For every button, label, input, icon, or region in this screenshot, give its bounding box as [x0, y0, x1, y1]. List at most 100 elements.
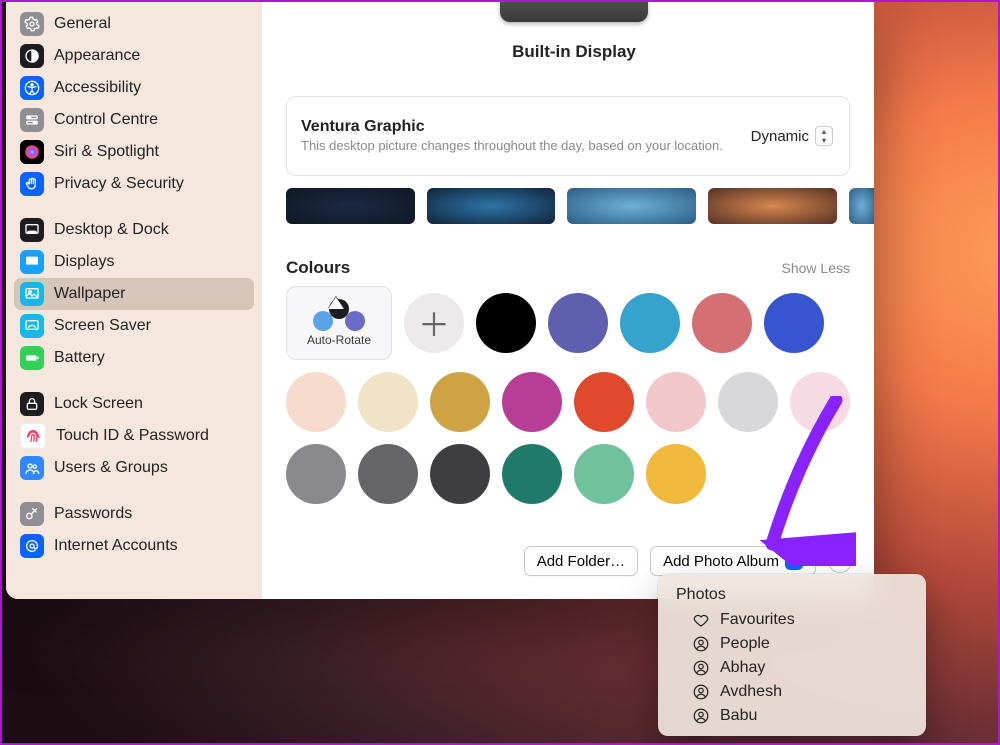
hand-icon — [20, 172, 44, 196]
colour-swatch[interactable] — [646, 444, 706, 504]
sidebar-item-desktop-dock[interactable]: Desktop & Dock — [14, 214, 254, 246]
heart-icon — [692, 611, 710, 629]
help-button[interactable]: ? — [828, 549, 852, 573]
sidebar-item-siri-spotlight[interactable]: Siri & Spotlight — [14, 136, 254, 168]
sidebar-item-label: Wallpaper — [54, 285, 125, 303]
fingerprint-icon — [20, 423, 46, 449]
sidebar-item-label: General — [54, 15, 111, 33]
sidebar-item-control-centre[interactable]: Control Centre — [14, 104, 254, 136]
person-circle-icon — [692, 683, 710, 701]
stepper-icon: ▴▾ — [815, 126, 833, 146]
colour-swatch[interactable] — [358, 372, 418, 432]
sidebar-item-displays[interactable]: Displays — [14, 246, 254, 278]
colour-swatch[interactable] — [646, 372, 706, 432]
colour-swatch[interactable] — [574, 444, 634, 504]
colour-swatch[interactable] — [764, 293, 824, 353]
system-settings-window: General Appearance Accessibility Control Ce… — [6, 2, 874, 599]
sidebar-item-general[interactable]: General — [14, 8, 254, 40]
menu-item-babu[interactable]: Babu — [662, 704, 922, 728]
wallpaper-thumbnail[interactable] — [427, 188, 556, 224]
person-circle-icon — [692, 635, 710, 653]
sidebar-item-appearance[interactable]: Appearance — [14, 40, 254, 72]
colour-swatch[interactable] — [718, 372, 778, 432]
wallpaper-thumbnail[interactable] — [849, 188, 874, 224]
colour-swatch[interactable] — [286, 444, 346, 504]
colour-swatch[interactable] — [790, 372, 850, 432]
sidebar-item-internet-accounts[interactable]: Internet Accounts — [14, 530, 254, 562]
sidebar-item-wallpaper[interactable]: Wallpaper — [14, 278, 254, 310]
sidebar-item-touch-id-password[interactable]: Touch ID & Password — [14, 420, 254, 452]
colour-swatch[interactable] — [574, 372, 634, 432]
show-less-link[interactable]: Show Less — [782, 260, 850, 276]
gear-icon — [20, 12, 44, 36]
auto-rotate-tile[interactable]: Auto-Rotate — [286, 286, 392, 360]
sidebar-item-screen-saver[interactable]: Screen Saver — [14, 310, 254, 342]
sidebar-item-passwords[interactable]: Passwords — [14, 498, 254, 530]
colour-swatch[interactable] — [502, 444, 562, 504]
colour-swatch[interactable] — [430, 444, 490, 504]
menu-item-label: Abhay — [720, 659, 765, 677]
at-icon — [20, 534, 44, 558]
menu-item-people[interactable]: People — [662, 632, 922, 656]
sidebar-item-label: Lock Screen — [54, 395, 143, 413]
siri-icon — [20, 140, 44, 164]
displays-icon — [20, 250, 44, 274]
display-label: Built-in Display — [492, 42, 656, 62]
sidebar-item-label: Privacy & Security — [54, 175, 184, 193]
sidebar-item-battery[interactable]: Battery — [14, 342, 254, 374]
wallpaper-thumbnail[interactable] — [567, 188, 696, 224]
add-photo-album-label: Add Photo Album — [663, 553, 779, 570]
colour-swatch[interactable] — [692, 293, 752, 353]
lock-icon — [20, 392, 44, 416]
colour-swatch[interactable] — [358, 444, 418, 504]
menu-item-label: Favourites — [720, 611, 795, 629]
wallpaper-thumbnail[interactable] — [286, 188, 415, 224]
wallpaper-thumbnail[interactable] — [708, 188, 837, 224]
add-folder-label: Add Folder… — [537, 553, 625, 570]
add-photo-album-button[interactable]: Add Photo Album — [650, 546, 816, 576]
screensaver-icon — [20, 314, 44, 338]
person-circle-icon — [692, 707, 710, 725]
wallpaper-description: This desktop picture changes throughout … — [301, 138, 733, 154]
sidebar-item-label: Touch ID & Password — [56, 427, 209, 445]
colour-swatch[interactable] — [476, 293, 536, 353]
colour-swatch[interactable] — [548, 293, 608, 353]
menu-item-abhay[interactable]: Abhay — [662, 656, 922, 680]
sidebar-item-label: Screen Saver — [54, 317, 151, 335]
sidebar-item-label: Appearance — [54, 47, 140, 65]
wallpaper-title: Ventura Graphic — [301, 118, 733, 136]
sidebar-item-label: Displays — [54, 253, 114, 271]
person-circle-icon — [692, 659, 710, 677]
sidebar-item-lock-screen[interactable]: Lock Screen — [14, 388, 254, 420]
menu-item-favourites[interactable]: Favourites — [662, 608, 922, 632]
colour-swatch[interactable] — [502, 372, 562, 432]
accessibility-icon — [20, 76, 44, 100]
sidebar-item-label: Accessibility — [54, 79, 141, 97]
colour-swatch[interactable] — [286, 372, 346, 432]
settings-main-pane: Built-in Display Ventura Graphic This de… — [262, 2, 874, 599]
wallpaper-icon — [20, 282, 44, 306]
menu-item-avdhesh[interactable]: Avdhesh — [662, 680, 922, 704]
menu-item-label: Babu — [720, 707, 757, 725]
sidebar-item-users-groups[interactable]: Users & Groups — [14, 452, 254, 484]
laptop-icon — [500, 2, 648, 22]
auto-rotate-icon — [313, 299, 365, 329]
sidebar-item-label: Users & Groups — [54, 459, 168, 477]
colour-swatch[interactable] — [430, 372, 490, 432]
menu-item-label: Avdhesh — [720, 683, 782, 701]
wallpaper-mode-select[interactable]: Dynamic ▴▾ — [743, 124, 835, 148]
control-centre-icon — [20, 108, 44, 132]
appearance-icon — [20, 44, 44, 68]
colour-swatch[interactable] — [620, 293, 680, 353]
sidebar-item-accessibility[interactable]: Accessibility — [14, 72, 254, 104]
users-icon — [20, 456, 44, 480]
sidebar-item-privacy-security[interactable]: Privacy & Security — [14, 168, 254, 200]
add-photo-album-menu: Photos Favourites People Abhay Avdhesh Babu — [658, 574, 926, 736]
key-icon — [20, 502, 44, 526]
add-folder-button[interactable]: Add Folder… — [524, 546, 638, 576]
menu-title: Photos — [662, 582, 922, 608]
wallpaper-mode-label: Dynamic — [751, 128, 809, 145]
sidebar-item-label: Passwords — [54, 505, 132, 523]
auto-rotate-label: Auto-Rotate — [307, 333, 371, 347]
add-colour-button[interactable]: ＋ — [404, 293, 464, 353]
